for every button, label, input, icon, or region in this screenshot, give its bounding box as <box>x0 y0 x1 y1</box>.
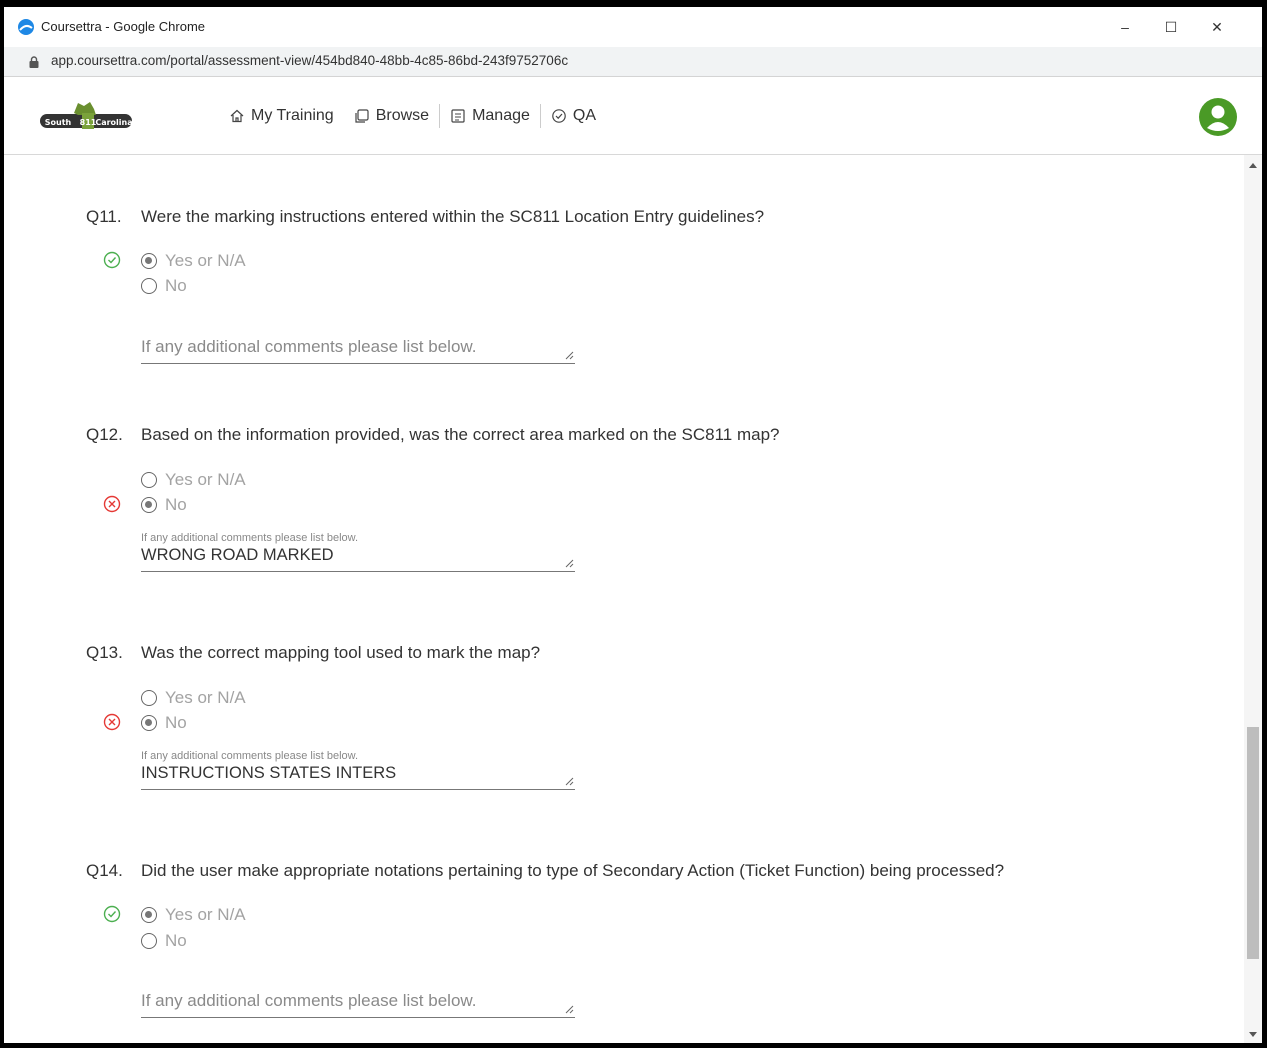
radio-yes[interactable] <box>141 253 157 269</box>
minimize-button[interactable]: – <box>1102 7 1148 47</box>
option-yes-label: Yes or N/A <box>165 251 246 270</box>
scrollbar-thumb[interactable] <box>1247 727 1259 959</box>
radio-yes[interactable] <box>141 690 157 706</box>
radio-no[interactable] <box>141 933 157 949</box>
brand-logo[interactable]: South 811 Carolina <box>38 99 134 133</box>
resize-handle-icon[interactable] <box>565 777 574 786</box>
option-no[interactable]: No <box>141 275 187 297</box>
correct-check-icon <box>103 251 121 269</box>
comment-field[interactable]: If any additional comments please list b… <box>141 532 575 572</box>
correct-check-icon <box>103 905 121 923</box>
maximize-icon: ☐ <box>1164 18 1178 35</box>
nav-qa[interactable]: QA <box>539 104 606 128</box>
nav-manage-label: Manage <box>472 107 530 124</box>
minimize-icon: – <box>1121 19 1129 35</box>
comment-value[interactable]: WRONG ROAD MARKED <box>141 544 575 571</box>
radio-yes[interactable] <box>141 472 157 488</box>
question-number: Q12. <box>86 425 123 444</box>
comment-placeholder[interactable]: If any additional comments please list b… <box>141 991 575 1017</box>
url-text[interactable]: app.coursettra.com/portal/assessment-vie… <box>51 53 568 68</box>
scroll-up-icon[interactable] <box>1249 163 1257 168</box>
title-bar: Coursettra - Google Chrome – ☐ ✕ <box>4 7 1262 47</box>
incorrect-x-icon <box>103 713 121 731</box>
comment-placeholder[interactable]: If any additional comments please list b… <box>141 337 575 363</box>
comment-label: If any additional comments please list b… <box>141 532 359 544</box>
option-no[interactable]: No <box>141 494 187 516</box>
comment-field[interactable]: If any additional comments please list b… <box>141 750 575 790</box>
radio-no[interactable] <box>141 497 157 513</box>
comment-label: If any additional comments please list b… <box>141 750 359 762</box>
main-nav: My Training Browse Manage QA <box>219 104 606 128</box>
option-no[interactable]: No <box>141 712 187 734</box>
browser-window: Coursettra - Google Chrome – ☐ ✕ app.cou… <box>4 7 1262 1043</box>
close-button[interactable]: ✕ <box>1194 7 1240 47</box>
option-yes-label: Yes or N/A <box>165 905 246 924</box>
user-avatar-icon[interactable] <box>1199 98 1237 136</box>
resize-handle-icon[interactable] <box>565 1005 574 1014</box>
app-navbar: South 811 Carolina My Training Browse Ma… <box>4 77 1262 155</box>
radio-no[interactable] <box>141 278 157 294</box>
option-yes[interactable]: Yes or N/A <box>141 904 246 926</box>
nav-manage[interactable]: Manage <box>439 104 540 128</box>
nav-qa-label: QA <box>572 107 597 124</box>
home-icon <box>230 109 244 123</box>
resize-handle-icon[interactable] <box>565 559 574 568</box>
resize-handle-icon[interactable] <box>565 351 574 360</box>
lock-icon <box>29 56 39 68</box>
nav-my-training-label: My Training <box>251 107 334 124</box>
option-no-label: No <box>165 713 187 732</box>
question-number: Q13. <box>86 643 123 662</box>
check-circle-icon <box>552 109 566 123</box>
nav-browse[interactable]: Browse <box>344 104 439 128</box>
option-no[interactable]: No <box>141 930 187 952</box>
coursettra-logo-icon <box>18 19 34 35</box>
question-text: Did the user make appropriate notations … <box>141 861 1005 880</box>
nav-browse-label: Browse <box>375 107 430 124</box>
option-yes[interactable]: Yes or N/A <box>141 250 246 272</box>
comment-value[interactable]: INSTRUCTIONS STATES INTERS <box>141 762 575 789</box>
option-no-label: No <box>165 276 187 295</box>
option-yes-label: Yes or N/A <box>165 470 246 489</box>
scroll-down-icon[interactable] <box>1249 1032 1257 1037</box>
svg-text:811: 811 <box>80 118 97 127</box>
svg-text:South: South <box>45 118 72 127</box>
comment-field[interactable]: If any additional comments please list b… <box>141 337 575 364</box>
comment-field[interactable]: If any additional comments please list b… <box>141 991 575 1018</box>
manage-icon <box>451 109 465 123</box>
browse-icon <box>355 109 369 123</box>
nav-my-training[interactable]: My Training <box>219 104 344 128</box>
option-yes[interactable]: Yes or N/A <box>141 687 246 709</box>
option-no-label: No <box>165 931 187 950</box>
option-no-label: No <box>165 495 187 514</box>
question-text: Were the marking instructions entered wi… <box>141 207 765 226</box>
question-text: Was the correct mapping tool used to mar… <box>141 643 541 662</box>
close-icon: ✕ <box>1211 18 1223 35</box>
incorrect-x-icon <box>103 495 121 513</box>
assessment-content: Q11. Were the marking instructions enter… <box>4 155 1244 1043</box>
radio-no[interactable] <box>141 715 157 731</box>
question-number: Q11. <box>86 207 122 226</box>
question-number: Q14. <box>86 861 123 880</box>
window-title: Coursettra - Google Chrome <box>41 19 206 34</box>
question-text: Based on the information provided, was t… <box>141 425 780 444</box>
vertical-scrollbar[interactable] <box>1244 155 1262 1043</box>
radio-yes[interactable] <box>141 907 157 923</box>
option-yes-label: Yes or N/A <box>165 688 246 707</box>
svg-text:Carolina: Carolina <box>95 118 132 127</box>
maximize-button[interactable]: ☐ <box>1148 7 1194 47</box>
address-bar[interactable]: app.coursettra.com/portal/assessment-vie… <box>4 47 1262 77</box>
option-yes[interactable]: Yes or N/A <box>141 469 246 491</box>
